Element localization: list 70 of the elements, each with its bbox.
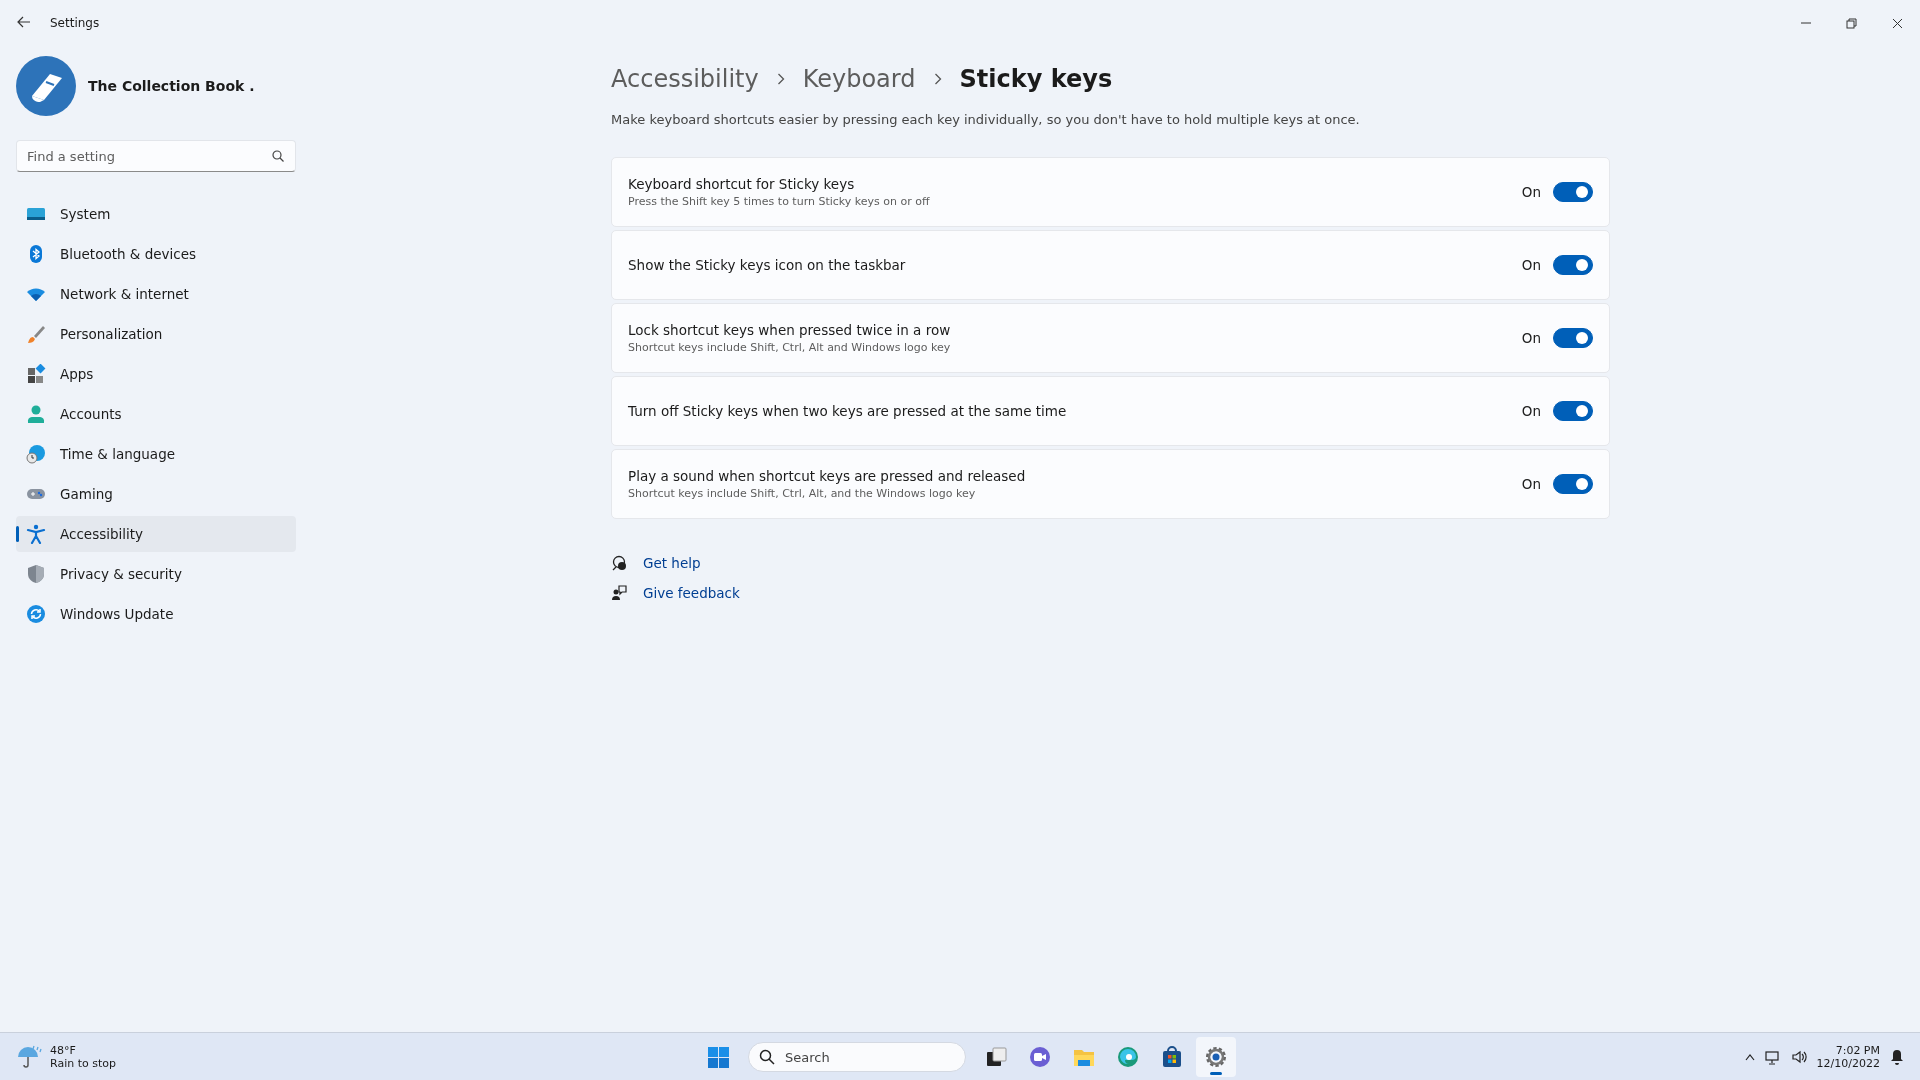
- setting-title: Turn off Sticky keys when two keys are pressed at the same time: [628, 403, 1068, 419]
- update-icon: [26, 604, 46, 624]
- toggle-switch[interactable]: [1553, 182, 1593, 202]
- accessibility-icon: [26, 524, 46, 544]
- weather-condition: Rain to stop: [50, 1056, 116, 1070]
- help-icon: [611, 555, 627, 571]
- window-title: Settings: [50, 16, 100, 30]
- setting-title: Lock shortcut keys when pressed twice in a row: [628, 322, 952, 338]
- toggle-state-label: On: [1521, 476, 1541, 492]
- setting-title: Keyboard shortcut for Sticky keys: [628, 176, 856, 192]
- brush-icon: [26, 324, 46, 344]
- toggle-state-label: On: [1521, 403, 1541, 419]
- nav-item[interactable]: Windows Update: [16, 596, 296, 632]
- setting-description: Shortcut keys include Shift, Ctrl, Alt and Windows logo key: [628, 341, 952, 354]
- setting-description: Shortcut keys include Shift, Ctrl, Alt, and the Windows logo key: [628, 487, 977, 500]
- apps-icon: [26, 364, 46, 384]
- feedback-icon: [611, 585, 627, 601]
- nav-item[interactable]: Bluetooth & devices: [16, 236, 296, 272]
- toggle-switch[interactable]: [1553, 328, 1593, 348]
- nav-item[interactable]: Privacy & security: [16, 556, 296, 592]
- setting-title: Show the Sticky keys icon on the taskbar: [628, 257, 907, 273]
- breadcrumb-link[interactable]: Keyboard: [802, 65, 916, 93]
- toggle-state-label: On: [1521, 184, 1541, 200]
- video-chat-icon[interactable]: [1028, 1045, 1052, 1069]
- clock-date[interactable]: 12/10/2022: [1816, 1056, 1880, 1070]
- search-field[interactable]: Find a setting: [16, 140, 296, 172]
- chevron-up-icon[interactable]: [1744, 1052, 1755, 1061]
- task-view-icon[interactable]: [984, 1045, 1008, 1069]
- weather-temperature: 48°F: [50, 1043, 77, 1057]
- nav-item[interactable]: Apps: [16, 356, 296, 392]
- nav-item[interactable]: Time & language: [16, 436, 296, 472]
- help-link[interactable]: Give feedback: [643, 585, 740, 601]
- gear-icon[interactable]: [1204, 1045, 1228, 1069]
- profile-name: The Collection Book .: [88, 78, 255, 94]
- nav-item[interactable]: Accounts: [16, 396, 296, 432]
- close-icon[interactable]: [1891, 17, 1903, 29]
- help-link[interactable]: Get help: [643, 555, 701, 571]
- nav-item[interactable]: Gaming: [16, 476, 296, 512]
- search-icon: [759, 1049, 775, 1065]
- chevron-right-icon: [933, 73, 942, 85]
- chevron-right-icon: [776, 73, 785, 85]
- page-title: Sticky keys: [959, 65, 1113, 93]
- taskbar-search[interactable]: Search: [748, 1042, 966, 1072]
- toggle-switch[interactable]: [1553, 474, 1593, 494]
- umbrella-rain-icon: [16, 1043, 42, 1070]
- clock-time[interactable]: 7:02 PM: [1835, 1043, 1880, 1057]
- bell-icon[interactable]: [1890, 1048, 1904, 1065]
- speaker-icon[interactable]: [1790, 1048, 1807, 1065]
- nav-item[interactable]: System: [16, 196, 296, 232]
- search-icon: [272, 150, 284, 162]
- nav-item[interactable]: Accessibility: [16, 516, 296, 552]
- toggle-state-label: On: [1521, 330, 1541, 346]
- shield-icon: [26, 564, 46, 584]
- nav-item[interactable]: Personalization: [16, 316, 296, 352]
- restore-icon[interactable]: [1845, 17, 1857, 29]
- globe-clock-icon: [26, 444, 46, 464]
- setting-title: Play a sound when shortcut keys are pressed and released: [628, 468, 1027, 484]
- toggle-switch[interactable]: [1553, 401, 1593, 421]
- nav-item[interactable]: Network & internet: [16, 276, 296, 312]
- toggle-switch[interactable]: [1553, 255, 1593, 275]
- setting-description: Press the Shift key 5 times to turn Sticky keys on or off: [628, 195, 931, 208]
- toggle-state-label: On: [1521, 257, 1541, 273]
- store-bag-icon[interactable]: [1160, 1045, 1184, 1069]
- person-icon: [26, 404, 46, 424]
- breadcrumb-link[interactable]: Accessibility: [611, 65, 759, 93]
- browser-icon[interactable]: [1116, 1045, 1140, 1069]
- page-description: Make keyboard shortcuts easier by pressing each key individually, so you don't have to hold multiple keys at once.: [611, 112, 1361, 127]
- back-arrow-icon: [17, 15, 31, 28]
- windows-logo-icon[interactable]: [706, 1045, 730, 1069]
- network-icon[interactable]: [1764, 1048, 1781, 1065]
